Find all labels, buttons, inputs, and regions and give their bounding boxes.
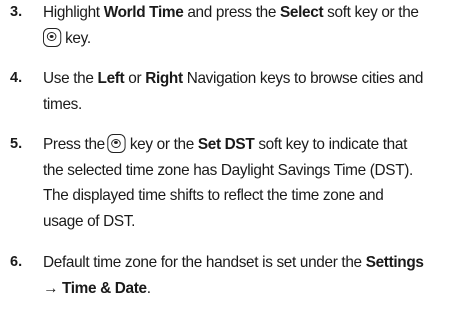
bold-term-time-date: → Time & Date <box>43 279 147 297</box>
text: Highlight <box>43 4 104 21</box>
text: The displayed time shifts to reflect the… <box>43 187 384 204</box>
step-line: usage of DST. <box>43 209 458 235</box>
select-key-icon <box>43 27 62 47</box>
step-line: The displayed time shifts to reflect the… <box>43 183 458 209</box>
step-number: 5. <box>10 136 23 152</box>
step-number: 3. <box>10 4 23 20</box>
manual-page: 3. Highlight World Time and press the Se… <box>0 0 473 317</box>
bold-term-right: Right <box>145 70 183 87</box>
step-text: Use the Left or Right Navigation keys to… <box>43 66 458 117</box>
text: key or the <box>129 136 198 153</box>
step-line: Press the key or the Set DST soft key to … <box>43 132 458 158</box>
step-line: the selected time zone has Daylight Savi… <box>43 158 458 184</box>
bold-term-select: Select <box>280 4 324 21</box>
bold-term-left: Left <box>97 70 125 87</box>
text: or <box>124 70 146 87</box>
step-line: → Time & Date. <box>43 276 458 302</box>
step-number: 4. <box>10 70 23 86</box>
step-line: key. <box>43 26 458 52</box>
text: the selected time zone has Daylight Savi… <box>43 161 413 179</box>
select-key-icon <box>107 134 126 153</box>
step-text: Highlight World Time and press the Selec… <box>43 0 458 51</box>
text: and press the <box>183 4 280 21</box>
text: soft key or the <box>323 4 419 21</box>
text: times. <box>43 95 82 113</box>
step-line: Highlight World Time and press the Selec… <box>43 0 458 26</box>
step-number: 6. <box>10 254 23 270</box>
bold-term-settings: Settings <box>365 254 424 271</box>
text: Navigation keys to browse cities and <box>182 70 424 87</box>
text: Press the <box>43 136 105 153</box>
text: usage of DST. <box>43 212 136 230</box>
step-line: Default time zone for the handset is set… <box>43 250 458 276</box>
step-text: Press the key or the Set DST soft key to … <box>43 132 458 234</box>
text: Use the <box>43 70 98 87</box>
text: key. <box>65 29 91 47</box>
step-text: Default time zone for the handset is set… <box>43 250 458 301</box>
step-line: Use the Left or Right Navigation keys to… <box>43 66 458 92</box>
step-line: times. <box>43 92 458 118</box>
bold-term-set-dst: Set DST <box>197 136 255 153</box>
text: soft key to indicate that <box>254 136 408 153</box>
bold-term-world-time: World Time <box>103 4 184 21</box>
text: . <box>146 279 151 297</box>
text: Default time zone for the handset is set… <box>43 254 366 271</box>
